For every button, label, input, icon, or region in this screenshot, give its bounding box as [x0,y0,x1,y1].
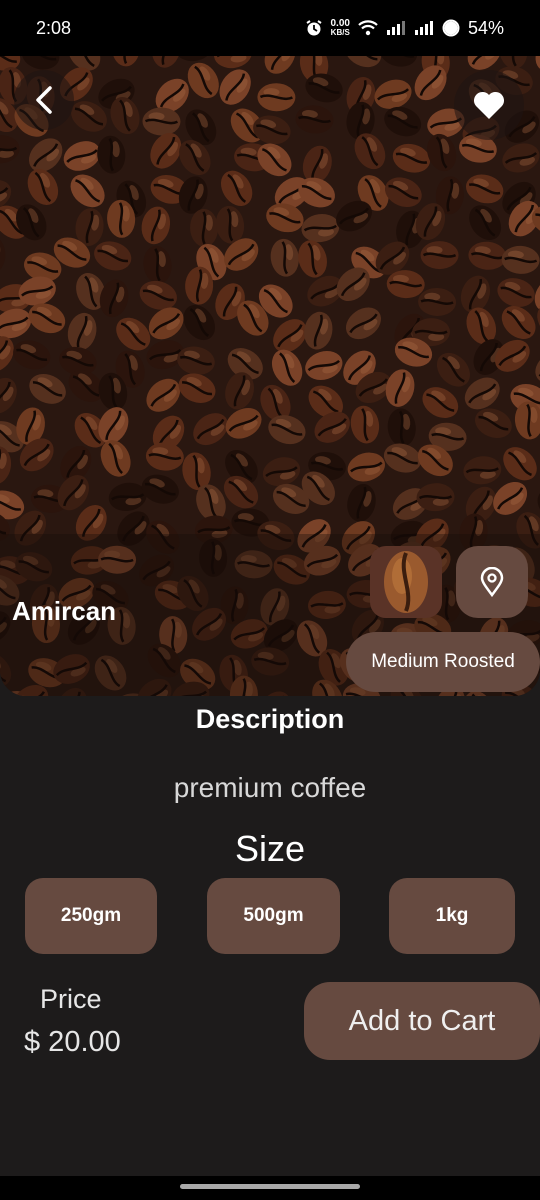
net-speed-value: 0.00 [330,18,350,29]
signal-icon [414,21,433,35]
size-option-250gm[interactable]: 250gm [25,878,157,954]
product-name: Amircan [12,596,117,626]
coffee-bean-icon [384,551,428,613]
bean-type-chip [370,546,442,618]
wifi-icon [358,20,378,36]
price-value: $ 20.00 [24,1026,121,1058]
net-speed-unit: KB/S [330,28,350,37]
origin-location-button[interactable] [456,546,528,618]
chevron-left-icon [36,86,52,114]
size-option-500gm[interactable]: 500gm [207,878,340,954]
roast-level-chip: Medium Roosted [346,632,540,692]
net-speed: 0.00 KB/S [330,18,350,38]
product-hero-image: Amircan Medium Roosted [0,56,540,696]
status-time: 2:08 [36,17,72,38]
add-to-cart-button[interactable]: Add to Cart [304,982,540,1060]
status-icons: 0.00 KB/S 54% [305,17,504,39]
size-title: Size [234,828,306,869]
battery-icon [442,19,460,37]
description-title: Description [195,704,345,734]
size-option-1kg[interactable]: 1kg [389,878,515,954]
location-pin-icon [480,567,504,597]
signal-icon [386,21,405,35]
status-bar: 2:08 0.00 KB/S 54% [0,0,540,56]
description-text: premium coffee [173,772,367,803]
battery-level: 54% [467,17,504,38]
heart-icon [473,91,505,119]
home-gesture-handle[interactable] [180,1184,360,1189]
favorite-button[interactable] [454,70,524,140]
back-button[interactable] [14,70,74,130]
price-label: Price [40,984,102,1014]
alarm-icon [305,20,322,36]
